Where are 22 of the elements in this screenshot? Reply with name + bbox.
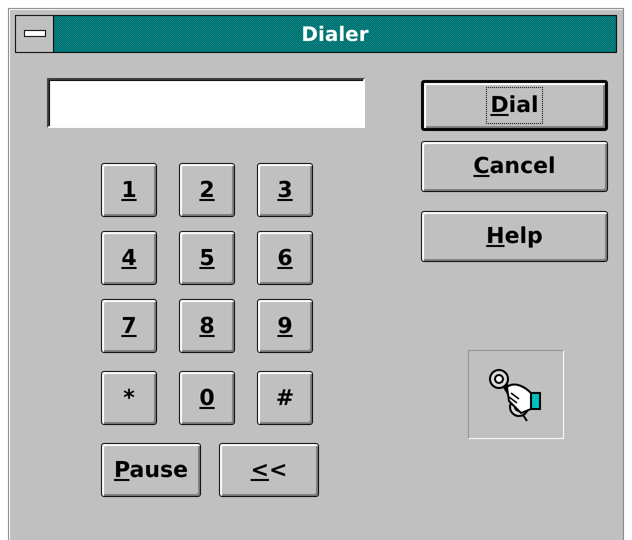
keypad-key[interactable]: 8	[179, 299, 235, 353]
keypad-key[interactable]: <<	[219, 443, 319, 497]
dialog-button[interactable]: Dial	[421, 80, 608, 131]
system-menu-button[interactable]	[15, 15, 54, 53]
keypad-key[interactable]: Pause	[101, 443, 201, 497]
minus-bar-icon	[24, 30, 46, 38]
keypad-key[interactable]: 9	[257, 299, 313, 353]
keypad-key[interactable]: *	[101, 371, 157, 425]
keypad-key[interactable]: 6	[257, 231, 313, 285]
keypad-key[interactable]: 2	[179, 163, 235, 217]
dialog-button[interactable]: Cancel	[421, 141, 608, 192]
keypad-key[interactable]: 4	[101, 231, 157, 285]
number-input-field[interactable]	[47, 78, 365, 128]
keypad-key[interactable]: 5	[179, 231, 235, 285]
dialog-button[interactable]: Help	[421, 211, 608, 262]
keypad-key[interactable]: 0	[179, 371, 235, 425]
phone-button[interactable]	[468, 350, 564, 439]
keypad-key[interactable]: 7	[101, 299, 157, 353]
keypad-key[interactable]: 1	[101, 163, 157, 217]
keypad-key[interactable]: #	[257, 371, 313, 425]
keypad-key[interactable]: 3	[257, 163, 313, 217]
window-title: Dialer	[301, 24, 369, 44]
